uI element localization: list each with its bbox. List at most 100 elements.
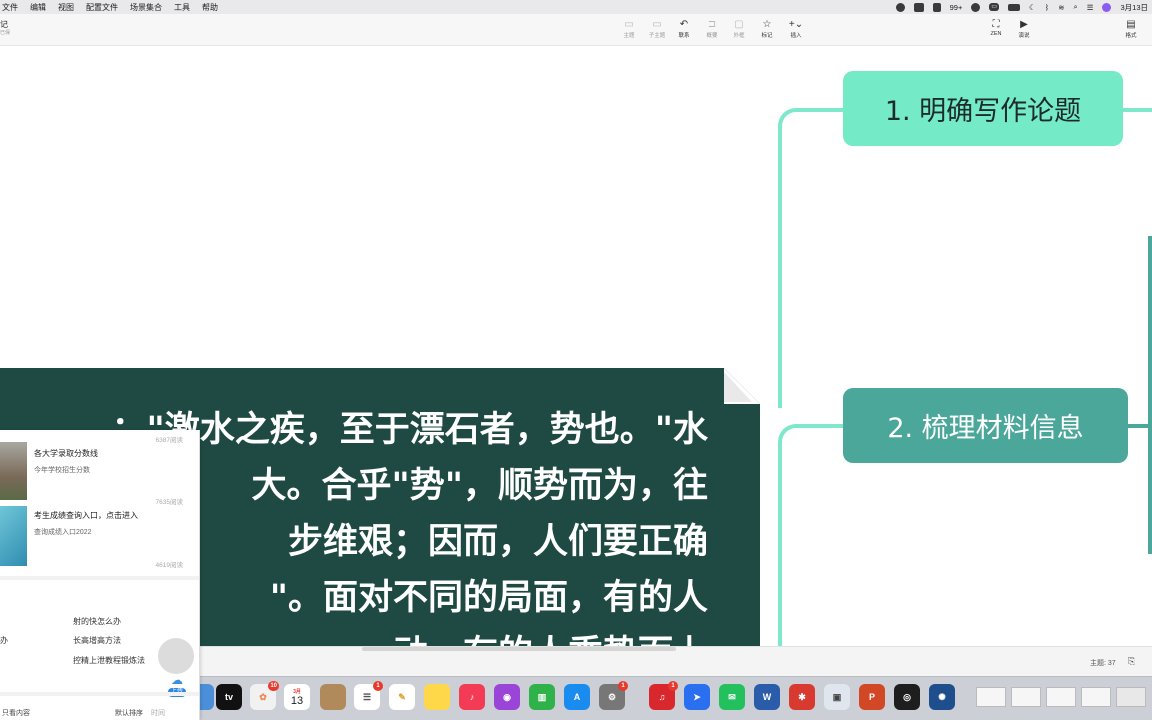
clock-date[interactable]: 3月13日: [1120, 2, 1148, 13]
feishu-icon[interactable]: ➤: [684, 684, 710, 710]
menu-help[interactable]: 帮助: [202, 2, 218, 13]
branch-line-right-top: [1123, 108, 1152, 112]
calendar-icon[interactable]: 3月 13: [284, 684, 310, 710]
notes-icon[interactable]: [424, 684, 450, 710]
wechat-status-icon[interactable]: [932, 2, 941, 12]
fullscreen-icon: ⛶: [992, 19, 1000, 30]
window-thumbnail[interactable]: [1081, 687, 1111, 707]
divider: [0, 576, 199, 580]
related-link[interactable]: 长高增高方法: [73, 635, 121, 646]
topic-node-2-label: 2. 梳理材料信息: [887, 413, 1084, 444]
score-query-image[interactable]: [0, 506, 27, 566]
wifi-icon[interactable]: ≋: [1058, 3, 1064, 12]
trash-icon[interactable]: [1116, 687, 1146, 707]
powerpoint-icon[interactable]: P: [859, 684, 885, 710]
content-only-filter[interactable]: 只看内容: [2, 708, 30, 718]
photos-icon[interactable]: ✿ 10: [250, 681, 279, 710]
summary-button[interactable]: ⊐ 概要: [699, 19, 725, 39]
boundary-button[interactable]: ▢ 外框: [726, 19, 752, 39]
format-panel-icon: ▤: [1126, 19, 1136, 30]
numbers-icon[interactable]: ▥: [529, 684, 555, 710]
zen-label: ZEN: [990, 31, 1002, 37]
window-thumbnail[interactable]: [976, 687, 1006, 707]
subtopic-button[interactable]: ▭ 子主题: [644, 19, 670, 39]
plus-icon: +⌄: [788, 19, 804, 30]
window-thumbnail[interactable]: [1011, 687, 1041, 707]
topic-node-2[interactable]: 2. 梳理材料信息: [843, 388, 1128, 463]
moon-icon[interactable]: ☾: [1029, 3, 1036, 12]
photos-badge: 10: [268, 681, 279, 691]
contacts-icon[interactable]: [320, 684, 346, 710]
topic-label: 主题: [623, 33, 635, 39]
menu-file[interactable]: 文件: [2, 2, 18, 13]
app-status-icon[interactable]: [913, 2, 924, 12]
marker-button[interactable]: ☆ 标记: [754, 19, 780, 39]
app-toolbar: 记 已保 ▭ 主题 ▭ 子主题 ↶ 联系 ⊐ 概要 ▢ 外框 ☆ 标记 +⌄ 插入 ⛶ ZEN …: [0, 14, 1152, 46]
relationship-icon: ↶: [679, 19, 689, 30]
preview-icon[interactable]: ▣: [824, 684, 850, 710]
freeform-icon[interactable]: ✎: [389, 684, 415, 710]
dock: tv ✿ 10 3月 13 ☰ 1 ✎ ♪ ◉ ▥ A ⚙ 1 ♫ 1 ➤ ✉ W ✱ ▣…: [188, 676, 1152, 720]
insert-label: 插入: [790, 33, 802, 39]
screen-recorder-icon[interactable]: ✺: [929, 684, 955, 710]
account-status-icon[interactable]: [971, 2, 981, 12]
format-button[interactable]: ▤ 格式: [1118, 19, 1144, 39]
related-link[interactable]: 射的快怎么办: [73, 616, 121, 627]
related-link[interactable]: 控精上泄教程锻炼法: [73, 655, 145, 666]
related-link[interactable]: 办: [0, 635, 8, 646]
system-settings-icon[interactable]: ⚙ 1: [599, 681, 628, 710]
obs-icon[interactable]: ◎: [894, 684, 920, 710]
topic-count: 主题: 37: [1090, 660, 1116, 667]
document-title-text: 记: [0, 20, 8, 29]
pitch-button[interactable]: ▶ 演说: [1011, 19, 1037, 39]
horizontal-scrollbar[interactable]: [362, 647, 676, 651]
obs-status-icon[interactable]: [895, 2, 905, 12]
relationship-button[interactable]: ↶ 联系: [671, 19, 697, 39]
menu-view[interactable]: 视图: [58, 2, 74, 13]
campus-image[interactable]: [0, 442, 27, 500]
subtopic-label: 子主题: [648, 33, 666, 39]
menu-edit[interactable]: 编辑: [30, 2, 46, 13]
zen-button[interactable]: ⛶ ZEN: [983, 19, 1009, 37]
note-corner-fold: [724, 368, 760, 404]
podcasts-icon[interactable]: ◉: [494, 684, 520, 710]
boundary-label: 外框: [733, 33, 745, 39]
window-thumbnail[interactable]: [1046, 687, 1076, 707]
insert-button[interactable]: +⌄ 插入: [783, 19, 809, 39]
save-status: 已保: [0, 30, 11, 36]
search-icon[interactable]: ⌕: [1074, 2, 1078, 12]
music-icon[interactable]: ♪: [459, 684, 485, 710]
star-icon: ☆: [762, 19, 772, 30]
play-icon: ▶: [1020, 19, 1028, 30]
sort-default[interactable]: 默认排序: [115, 708, 143, 718]
display-status-icon[interactable]: ▭: [989, 3, 1000, 11]
outline-icon[interactable]: ⎘: [1128, 656, 1135, 667]
menu-list: 文件 编辑 视图 配置文件 场景集合 工具 帮助: [0, 2, 218, 13]
summary-label: 概要: [706, 33, 718, 39]
floating-assist-button[interactable]: [158, 638, 194, 674]
document-title: 记 已保: [0, 20, 10, 38]
sort-time[interactable]: 时间: [151, 708, 165, 718]
item-title[interactable]: 考生成绩查询入口，点击进入: [34, 510, 138, 521]
screen: 文件 编辑 视图 配置文件 场景集合 工具 帮助 99+ ▭ ☾ ᛒ ≋ ⌕ ☰…: [0, 0, 1152, 720]
overlay-panel: 6387阅读 各大学录取分数线 今年学校招生分数 7635阅读 考生成绩查询入口…: [0, 430, 200, 720]
menu-tools[interactable]: 工具: [174, 2, 190, 13]
xmind-icon[interactable]: ✱: [789, 684, 815, 710]
item-title[interactable]: 各大学录取分数线: [34, 448, 98, 459]
reminders-icon[interactable]: ☰ 1: [354, 681, 383, 710]
topic-node-1[interactable]: 1. 明确写作论题: [843, 71, 1123, 146]
menu-scene-collection[interactable]: 场景集合: [130, 2, 162, 13]
bluetooth-icon[interactable]: ᛒ: [1045, 3, 1050, 12]
netease-icon[interactable]: ♫ 1: [649, 681, 678, 710]
topic-button[interactable]: ▭ 主题: [616, 19, 642, 39]
word-icon[interactable]: W: [754, 684, 780, 710]
settings-badge: 1: [618, 681, 628, 691]
menu-bar: 文件 编辑 视图 配置文件 场景集合 工具 帮助 99+ ▭ ☾ ᛒ ≋ ⌕ ☰…: [0, 0, 1152, 14]
battery-status-icon[interactable]: [1008, 3, 1021, 11]
app-store-icon[interactable]: A: [564, 684, 590, 710]
siri-icon[interactable]: [1102, 2, 1112, 12]
apple-tv-icon[interactable]: tv: [216, 684, 242, 710]
wechat-icon[interactable]: ✉: [719, 684, 745, 710]
menu-profile[interactable]: 配置文件: [86, 2, 118, 13]
control-center-icon[interactable]: ☰: [1087, 3, 1094, 12]
